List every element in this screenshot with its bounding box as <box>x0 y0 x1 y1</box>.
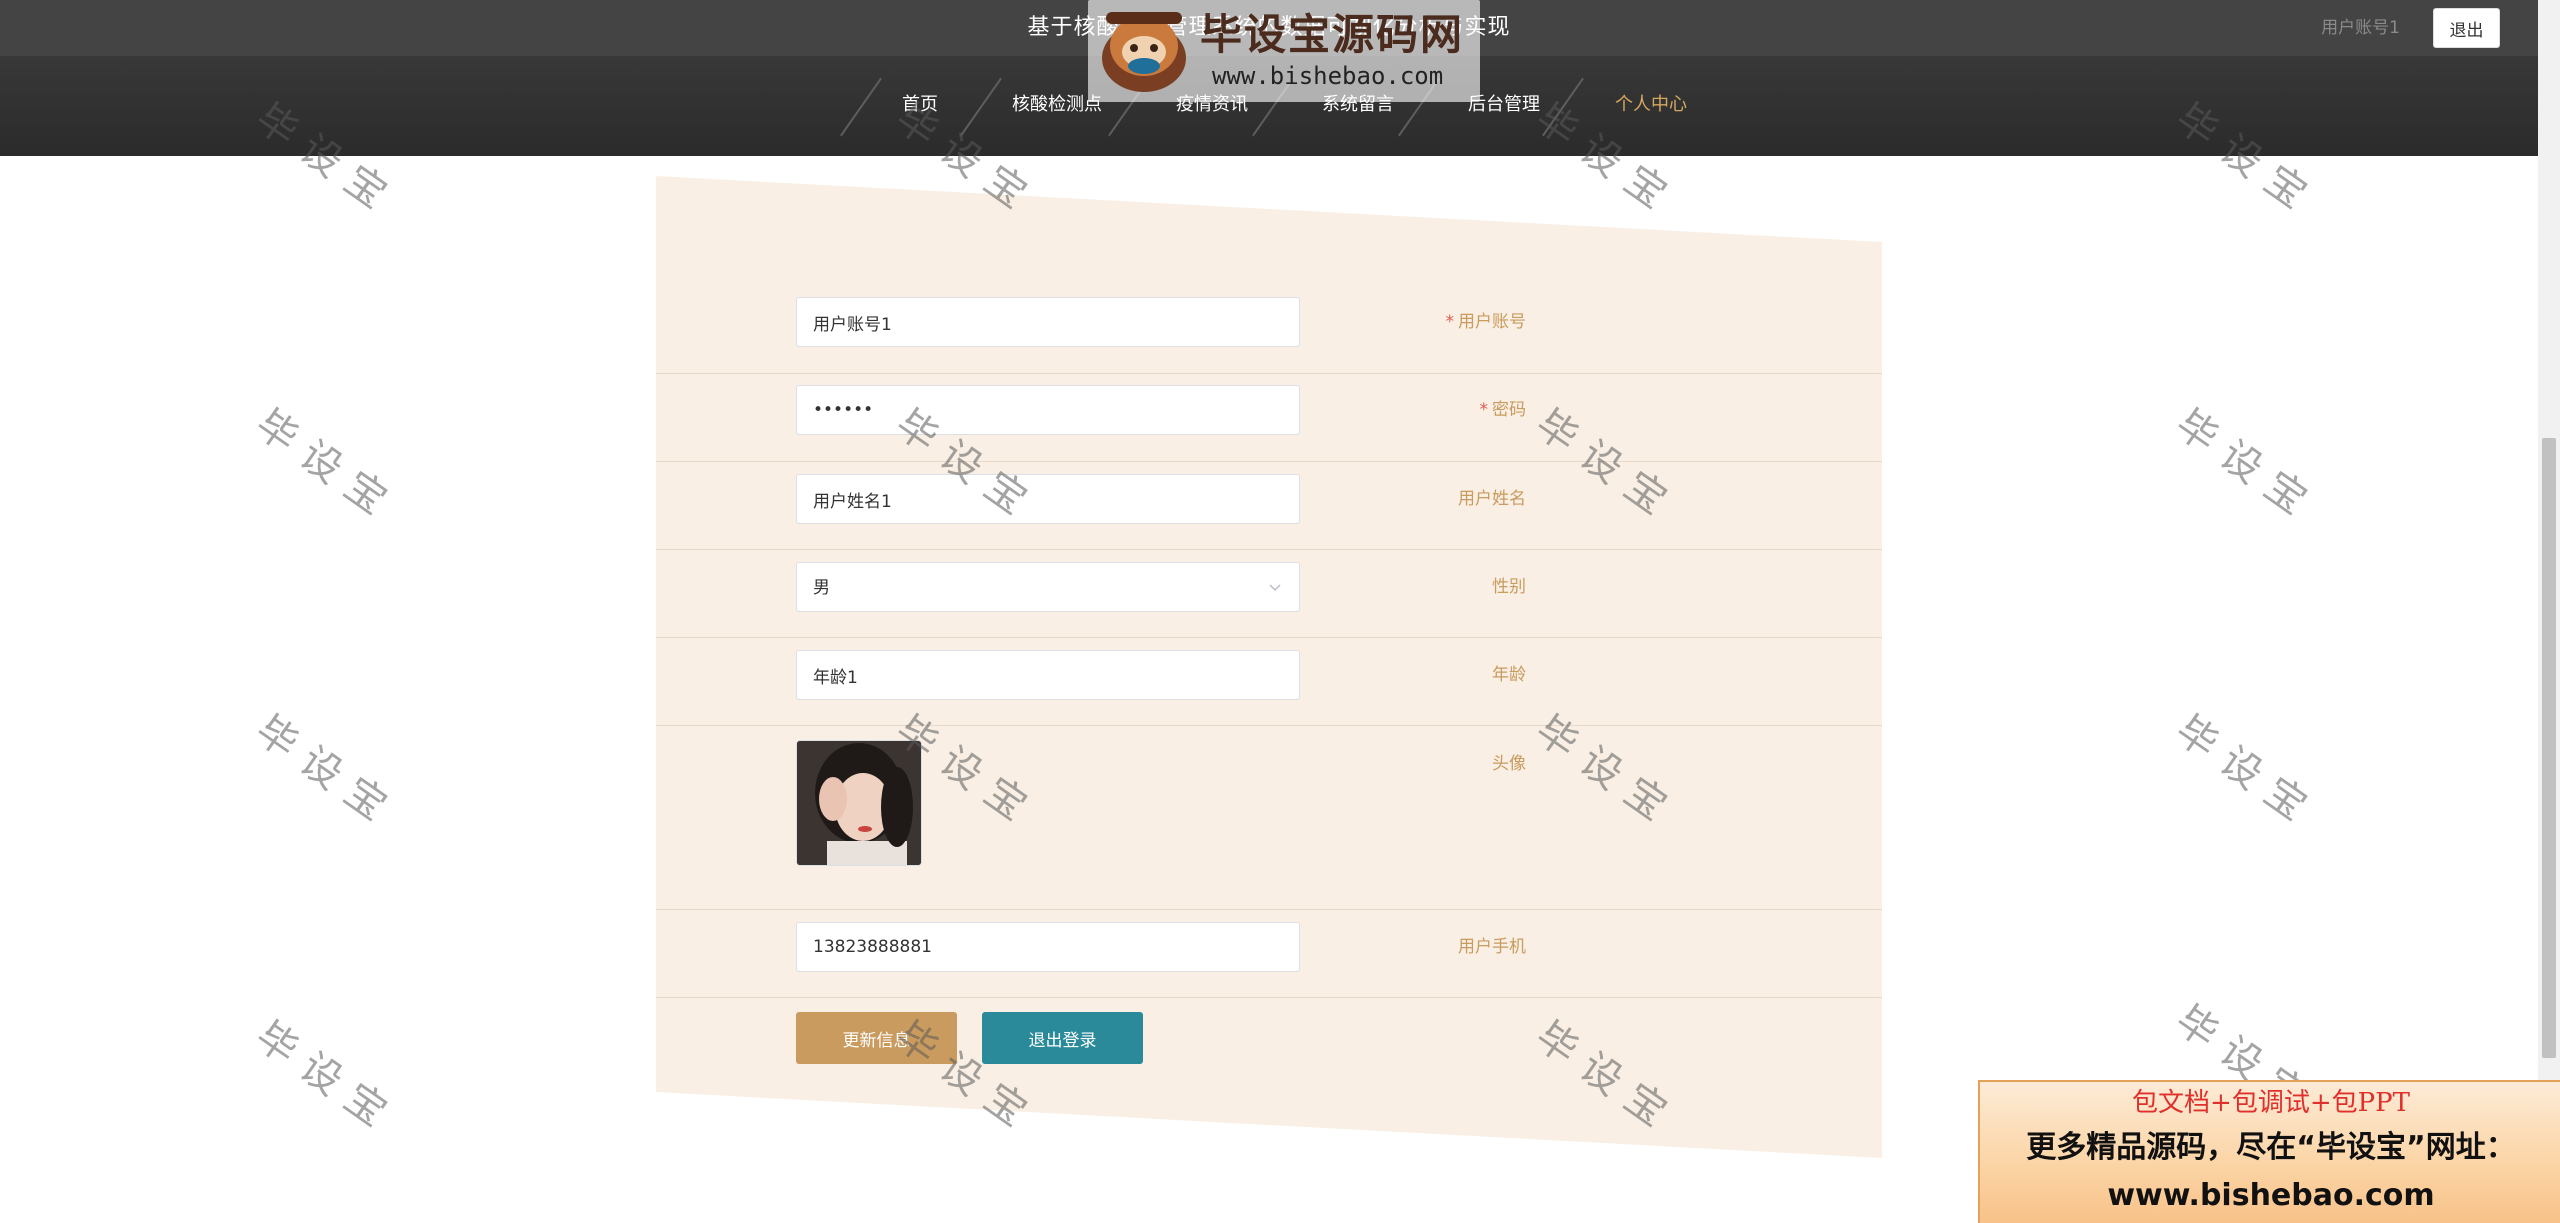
password-label-text: 密码 <box>1492 400 1526 420</box>
password-input[interactable] <box>796 385 1300 435</box>
page-scrollbar[interactable] <box>2538 0 2560 1223</box>
watermark-logo-title: 毕设宝源码网 <box>1200 10 1465 59</box>
nav-item-personal-center[interactable]: 个人中心 <box>1615 92 1687 118</box>
phone-input[interactable] <box>796 922 1300 972</box>
watermark-logo-url: www.bishebao.com <box>1212 62 1444 90</box>
ad-line-3: www.bishebao.com <box>2107 1178 2435 1213</box>
name-input[interactable] <box>796 474 1300 524</box>
current-user-name: 用户账号1 <box>2321 18 2400 38</box>
age-label: 年龄 <box>1492 665 1526 685</box>
account-label-text: 用户账号 <box>1458 312 1526 332</box>
name-label: 用户姓名 <box>1458 489 1526 509</box>
avatar-image[interactable] <box>796 740 922 866</box>
scrollbar-thumb[interactable] <box>2542 438 2556 1058</box>
ad-line-2: 更多精品源码，尽在“毕设宝”网址： <box>2026 1130 2516 1165</box>
gender-select-value: 男 <box>813 578 830 598</box>
password-label: * 密码 <box>1366 398 1527 422</box>
gender-select[interactable]: 男 <box>796 562 1300 612</box>
watermark-text: 毕设宝 <box>247 1012 407 1144</box>
avatar-photo <box>797 741 921 865</box>
chevron-down-icon <box>1269 584 1281 592</box>
app-window: 基于核酸检测管理系统的数据可视化分析与实现 用户账号1 退出 首页 核酸检测点 … <box>0 0 2560 1223</box>
phone-label: 用户手机 <box>1458 937 1526 957</box>
watermark-text: 毕设宝 <box>247 706 407 838</box>
nav-item-home[interactable]: 首页 <box>902 92 938 118</box>
required-mark: * <box>1479 400 1489 420</box>
watermark-text: 毕设宝 <box>2167 706 2327 838</box>
account-label: * 用户账号 <box>1366 310 1527 334</box>
ad-banner[interactable]: 包文档+包调试+包PPT 更多精品源码，尽在“毕设宝”网址： www.bishe… <box>1978 1080 2560 1223</box>
age-input[interactable] <box>796 650 1300 700</box>
avatar-label: 头像 <box>1492 754 1526 774</box>
watermark-text: 毕设宝 <box>247 400 407 532</box>
required-mark: * <box>1445 312 1455 332</box>
update-info-button[interactable]: 更新信息 <box>796 1012 957 1064</box>
mascot-icon <box>1102 12 1186 92</box>
watermark-logo: 毕设宝源码网 www.bishebao.com <box>1088 0 1480 102</box>
header-logout-button[interactable]: 退出 <box>2433 8 2500 48</box>
account-input[interactable] <box>796 297 1300 347</box>
watermark-text: 毕设宝 <box>2167 400 2327 532</box>
ad-line-1: 包文档+包调试+包PPT <box>2132 1088 2410 1118</box>
logout-button[interactable]: 退出登录 <box>982 1012 1143 1064</box>
gender-label: 性别 <box>1492 577 1526 597</box>
